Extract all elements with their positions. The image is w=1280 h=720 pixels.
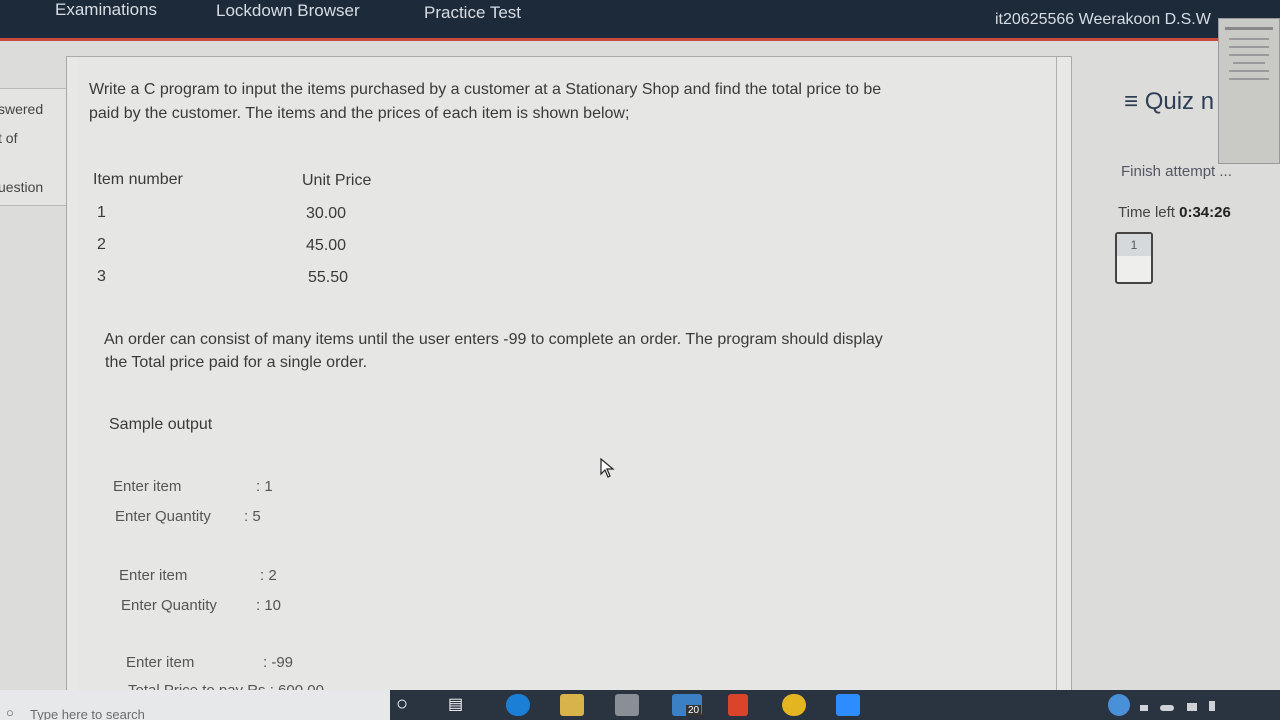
cortana-icon[interactable]: ○ (396, 694, 420, 716)
sample-label: Enter Quantity (121, 597, 217, 614)
nav-lockdown-browser[interactable]: Lockdown Browser (216, 1, 360, 21)
quiz-nav-title: ≡ Quiz n (1124, 88, 1214, 116)
sample-label: Enter item (119, 567, 188, 584)
mail-badge: 20 (686, 705, 702, 716)
time-left-value: 0:34:26 (1179, 204, 1231, 221)
office-icon[interactable] (728, 694, 748, 716)
sample-value: : 10 (256, 597, 282, 614)
sample-output-title: Sample output (109, 416, 213, 433)
sample-value: : 1 (256, 478, 273, 495)
store-icon[interactable] (615, 694, 639, 716)
question-text-line2: paid by the customer. The items and the … (89, 105, 630, 122)
hamburger-icon[interactable]: ≡ (1124, 88, 1138, 115)
description-line2: the Total price paid for a single order. (105, 354, 368, 371)
table-header-price: Unit Price (302, 172, 372, 189)
sample-value: : -99 (263, 654, 294, 671)
question-nav-number: 1 (1117, 234, 1151, 256)
time-left-label: Time left (1118, 204, 1175, 221)
time-left: Time left 0:34:26 (1118, 204, 1231, 221)
nav-examinations[interactable]: Examinations (55, 0, 157, 20)
table-cell-item: 3 (97, 268, 106, 285)
chrome-icon[interactable] (782, 694, 806, 716)
marks-out-of: t of (0, 130, 18, 146)
system-tray[interactable] (1140, 698, 1270, 711)
zoom-icon[interactable] (836, 694, 860, 716)
user-menu[interactable]: it20625566 Weerakoon D.S.W (995, 11, 1211, 29)
search-icon: ○ (6, 705, 14, 720)
table-cell-item: 2 (97, 236, 106, 253)
help-icon[interactable] (1108, 694, 1130, 716)
task-view-icon[interactable]: ▤ (448, 694, 472, 716)
sample-label: Enter item (113, 478, 182, 495)
question-box: Write a C program to input the items pur… (66, 56, 1072, 699)
quiz-nav-heading: Quiz n (1144, 88, 1215, 115)
question-nav-button[interactable]: 1 (1115, 232, 1153, 284)
question-content: Write a C program to input the items pur… (77, 57, 1057, 699)
table-cell-price: 30.00 (306, 205, 347, 222)
sample-value: : 2 (260, 567, 277, 584)
table-cell-item: 1 (97, 204, 106, 221)
finish-attempt-link[interactable]: Finish attempt ... (1121, 163, 1232, 180)
question-info-panel: swered t of uestion (0, 88, 68, 206)
cursor-icon (600, 458, 615, 478)
header-accent-line (0, 38, 1280, 41)
table-cell-price: 55.50 (308, 269, 349, 286)
description-line1: An order can consist of many items until… (104, 331, 883, 348)
taskbar-search[interactable]: ○ Type here to search (0, 690, 390, 720)
sample-label: Enter Quantity (115, 508, 211, 525)
table-header-item: Item number (93, 171, 183, 188)
top-navbar: Examinations Lockdown Browser Practice T… (0, 0, 1280, 40)
nav-practice-test[interactable]: Practice Test (424, 3, 521, 23)
search-input[interactable]: Type here to search (30, 707, 145, 720)
thumbnail-overlay (1218, 18, 1280, 164)
file-explorer-icon[interactable] (560, 694, 584, 716)
mail-icon[interactable]: 20 (672, 694, 702, 716)
edge-icon[interactable] (506, 694, 530, 716)
taskbar: ○ Type here to search ○ ▤ 20 (0, 690, 1280, 720)
question-text-line1: Write a C program to input the items pur… (89, 81, 882, 98)
table-cell-price: 45.00 (306, 237, 347, 254)
sample-label: Enter item (126, 654, 195, 671)
status-answered: swered (0, 101, 44, 117)
sample-value: : 5 (244, 508, 261, 525)
flag-question[interactable]: uestion (0, 179, 43, 195)
